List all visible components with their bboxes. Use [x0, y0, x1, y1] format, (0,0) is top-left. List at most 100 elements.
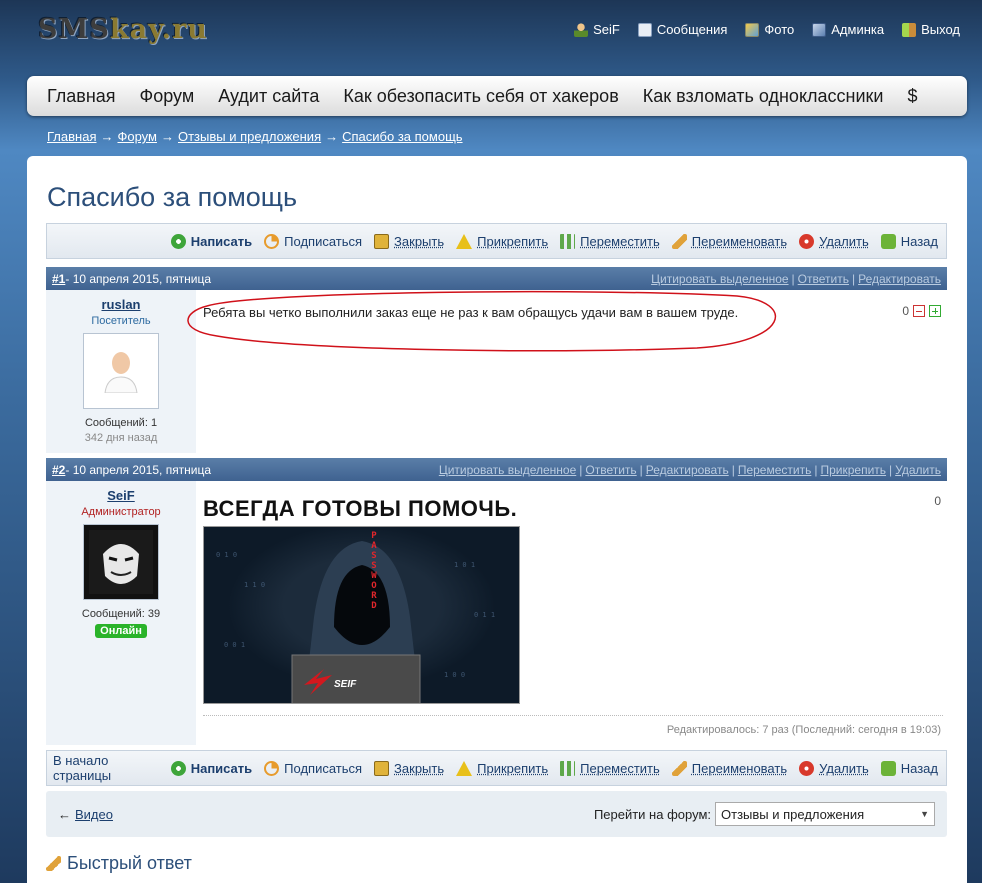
move-icon: [560, 233, 576, 249]
pencil-icon: [671, 760, 687, 776]
menu-item-protect[interactable]: Как обезопасить себя от хакеров: [343, 86, 618, 107]
post-1-number[interactable]: #1: [52, 272, 65, 286]
menu-item-hack[interactable]: Как взломать одноклассники: [643, 86, 884, 107]
photo-icon: [745, 22, 760, 37]
top-nav-user[interactable]: SeiF: [574, 22, 620, 37]
top-nav-admin[interactable]: Админка: [812, 22, 884, 37]
menu-item-home[interactable]: Главная: [47, 86, 116, 107]
menu-item-forum[interactable]: Форум: [140, 86, 195, 107]
svg-text:1 1 0: 1 1 0: [244, 581, 265, 589]
topic-toolbar-bottom: В начало страницы Написать Подписаться З…: [46, 750, 947, 786]
rename-topic-button[interactable]: Переименовать: [671, 760, 787, 776]
post-2-edited-note: Редактировалось: 7 раз (Последний: сегод…: [666, 724, 941, 736]
rss-icon: [264, 760, 280, 776]
exit-icon: [902, 22, 917, 37]
menu-item-audit[interactable]: Аудит сайта: [218, 86, 319, 107]
post-1-role: Посетитель: [91, 315, 151, 327]
post-2-rating-value: 0: [934, 494, 941, 508]
post-2-username[interactable]: SeiF: [46, 488, 196, 503]
post-1-edit[interactable]: Редактировать: [858, 272, 941, 286]
top-nav-messages[interactable]: Сообщения: [637, 22, 727, 37]
breadcrumb-topic[interactable]: Спасибо за помощь: [342, 129, 462, 144]
rss-icon: [264, 233, 280, 249]
post-1-text: Ребята вы четко выполнили заказ еще не р…: [203, 305, 739, 320]
mail-icon: [637, 22, 652, 37]
post-2-reply[interactable]: Ответить: [585, 463, 636, 477]
svg-text:1 0 0: 1 0 0: [444, 671, 465, 679]
site-logo[interactable]: SMSkay.ru: [38, 14, 208, 45]
post-2-rating: 0: [934, 494, 941, 508]
write-button[interactable]: Написать: [170, 233, 252, 249]
move-icon: [560, 760, 576, 776]
back-button[interactable]: Назад: [880, 233, 938, 249]
rename-topic-button[interactable]: Переименовать: [671, 233, 787, 249]
pin-topic-button[interactable]: Прикрепить: [456, 233, 548, 249]
default-avatar-icon: [104, 352, 138, 393]
warning-icon: [456, 760, 473, 776]
menu-item-dollar[interactable]: $: [907, 86, 917, 107]
post-1-quote[interactable]: Цитировать выделенное: [651, 272, 788, 286]
post-2-header: #2 - 10 апреля 2015, пятница Цитировать …: [46, 458, 947, 481]
delete-icon: [799, 233, 815, 249]
page-title: Спасибо за помощь: [47, 182, 298, 212]
laptop-logo-label: SEIF: [334, 679, 357, 690]
mask-avatar-icon: [89, 530, 153, 594]
move-topic-button[interactable]: Переместить: [560, 233, 660, 249]
subscribe-button[interactable]: Подписаться: [264, 760, 362, 776]
add-icon: [170, 233, 186, 249]
post-2-image-caption: PASSWORD: [371, 531, 377, 611]
to-top-link[interactable]: В начало страницы: [53, 753, 159, 783]
post-1-rating-value: 0: [902, 304, 909, 318]
breadcrumb-section[interactable]: Отзывы и предложения: [178, 129, 321, 144]
svg-text:1 0 1: 1 0 1: [454, 561, 475, 569]
post-1-rating: 0: [902, 304, 941, 318]
post-2-move[interactable]: Переместить: [738, 463, 812, 477]
post-2-message-count: Сообщений: 39: [81, 608, 161, 620]
post-1-reply[interactable]: Ответить: [798, 272, 849, 286]
avatar[interactable]: [83, 333, 159, 409]
goto-forum-label: Перейти на форум:: [593, 806, 711, 822]
topic-toolbar-top: Написать Подписаться Закрыть Прикрепить …: [46, 223, 947, 259]
close-topic-button[interactable]: Закрыть: [374, 233, 444, 249]
goto-forum-select[interactable]: Отзывы и предложения ▼: [715, 802, 935, 826]
write-button[interactable]: Написать: [170, 760, 252, 776]
post-2-quote[interactable]: Цитировать выделенное: [439, 463, 576, 477]
quick-reply-heading[interactable]: Быстрый ответ: [46, 853, 192, 874]
prev-topic-link[interactable]: Видео: [75, 807, 113, 822]
post-2-author: SeiF Администратор Сообщений: 39 Онлайн: [46, 481, 196, 745]
rate-plus-icon[interactable]: [929, 305, 941, 317]
delete-icon: [799, 760, 815, 776]
pin-topic-button[interactable]: Прикрепить: [456, 760, 548, 776]
top-nav-photo[interactable]: Фото: [745, 22, 794, 37]
avatar[interactable]: [83, 524, 159, 600]
delete-topic-button[interactable]: Удалить: [799, 233, 869, 249]
post-2-image[interactable]: 0 1 0 1 1 0 0 0 1 1 0 1 0 1 1 1 0 0 PASSWORD…: [203, 526, 520, 704]
prev-arrow: ←: [58, 806, 71, 822]
post-2-edit[interactable]: Редактировать: [646, 463, 729, 477]
post-2-delete[interactable]: Удалить: [895, 463, 941, 477]
post-2-number[interactable]: #2: [52, 463, 65, 477]
move-topic-button[interactable]: Переместить: [560, 760, 660, 776]
content-panel: Спасибо за помощь Написать Подписаться З…: [27, 156, 967, 883]
breadcrumb-forum[interactable]: Форум: [117, 129, 157, 144]
svg-text:0 1 1: 0 1 1: [474, 611, 495, 619]
add-icon: [170, 760, 186, 776]
forum-footer-bar: ← Видео Перейти на форум: Отзывы и предл…: [46, 791, 947, 837]
post-1-author: ruslan Посетитель Сообщений: 1 342 дня н…: [46, 290, 196, 453]
back-button[interactable]: Назад: [880, 760, 938, 776]
post-1-last-seen: 342 дня назад: [84, 432, 158, 444]
delete-topic-button[interactable]: Удалить: [799, 760, 869, 776]
hooded-hacker-image: 0 1 0 1 1 0 0 0 1 1 0 1 0 1 1 1 0 0: [216, 541, 495, 703]
admin-icon: [812, 22, 827, 37]
back-arrow-icon: [880, 760, 896, 776]
top-nav-exit[interactable]: Выход: [902, 22, 960, 37]
breadcrumb-home[interactable]: Главная: [47, 129, 96, 144]
lock-icon: [374, 233, 390, 249]
subscribe-button[interactable]: Подписаться: [264, 233, 362, 249]
post-2-pin[interactable]: Прикрепить: [820, 463, 886, 477]
rate-minus-icon[interactable]: [913, 305, 925, 317]
pencil-icon: [46, 856, 61, 871]
post-2-role: Администратор: [81, 506, 161, 518]
post-1-username[interactable]: ruslan: [46, 297, 196, 312]
close-topic-button[interactable]: Закрыть: [374, 760, 444, 776]
